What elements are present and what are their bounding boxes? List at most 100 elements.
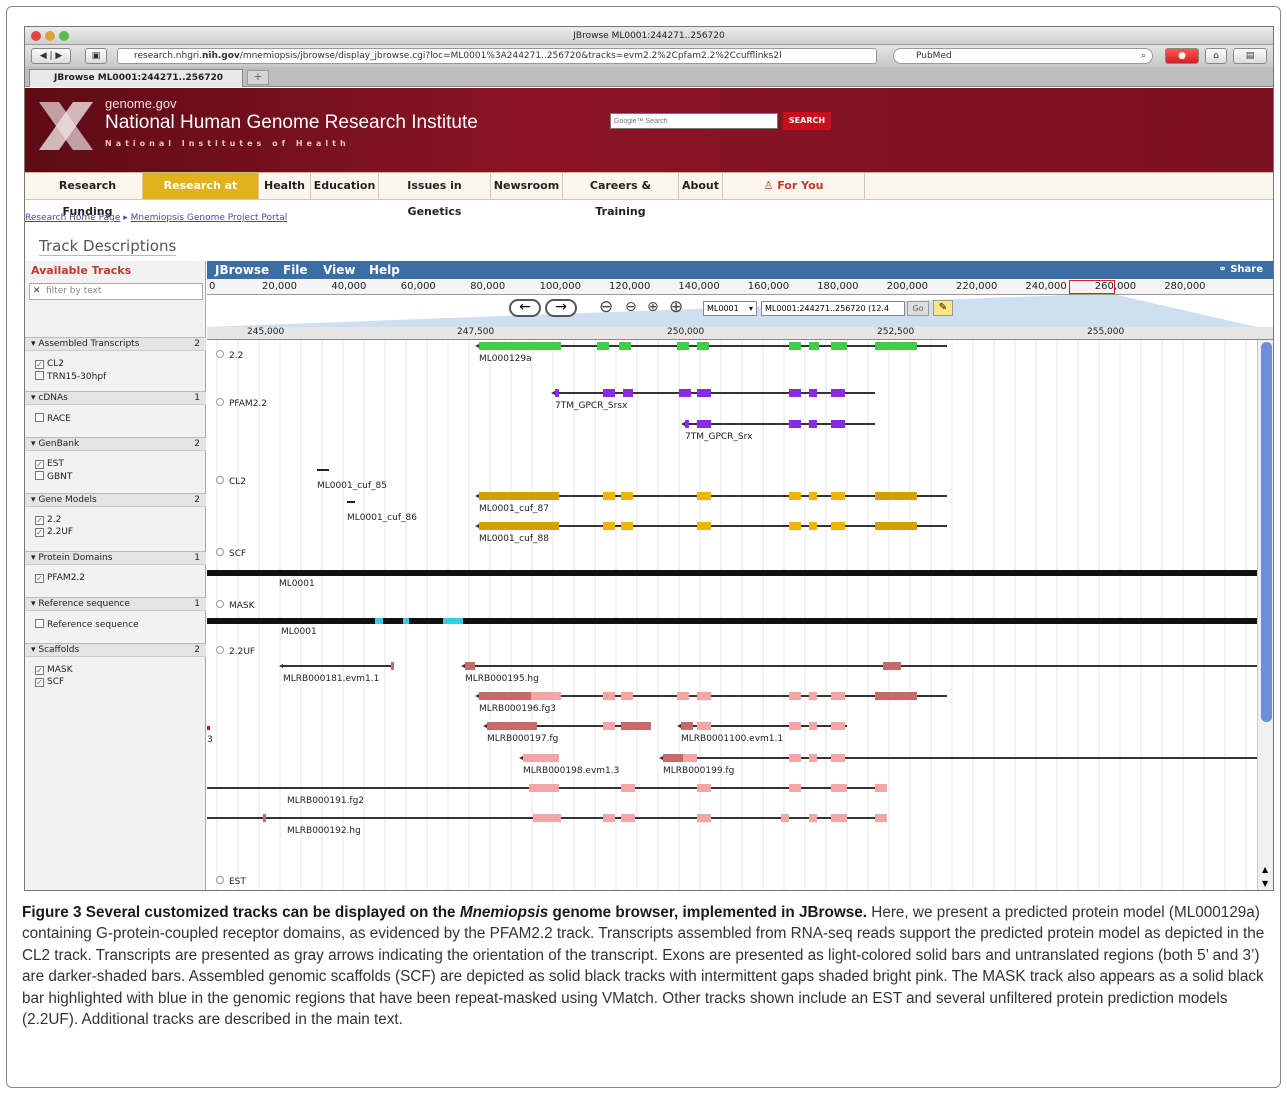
current-view-marker[interactable] — [1069, 280, 1115, 294]
repeat-mask-region[interactable] — [443, 618, 463, 624]
exon-bar[interactable] — [831, 814, 847, 822]
track-close-icon[interactable] — [216, 398, 224, 406]
exon-bar[interactable] — [555, 389, 559, 397]
checked-icon[interactable]: ✓ — [35, 460, 44, 469]
exon-bar[interactable] — [603, 814, 615, 822]
exon-bar[interactable] — [875, 342, 917, 350]
track-area[interactable]: 2.2 PFAM2.2 CL2 SCF MASK 2.2UF EST ML000129a 7TM… — [207, 340, 1257, 891]
exon-bar[interactable] — [531, 342, 561, 350]
location-input[interactable]: ML0001:244271..256720 (12.4 — [761, 301, 905, 316]
exon-bar[interactable] — [621, 692, 633, 700]
exon-bar[interactable] — [479, 492, 559, 500]
address-bar[interactable]: research.nhgri.nih.gov/mnemiopsis/jbrows… — [117, 48, 877, 64]
exon-bar[interactable] — [619, 342, 631, 350]
nav-careers-training[interactable]: Careers & Training — [563, 173, 679, 218]
unchecked-icon[interactable] — [35, 413, 44, 422]
site-search-input[interactable] — [610, 113, 778, 129]
zoom-out-icon[interactable]: ⊖ — [625, 299, 637, 315]
exon-bar[interactable] — [697, 342, 709, 350]
exon-bar[interactable] — [621, 814, 635, 822]
exon-bar[interactable] — [603, 522, 615, 530]
section-header[interactable]: ▾ Gene Models 2 — [25, 493, 206, 507]
exon-bar[interactable] — [789, 692, 801, 700]
checked-icon[interactable]: ✓ — [35, 574, 44, 583]
track-checkbox[interactable]: GBNT — [35, 471, 72, 482]
exon-bar[interactable] — [681, 722, 693, 730]
exon-bar[interactable] — [697, 814, 711, 822]
exon-bar[interactable] — [875, 522, 917, 530]
exon-bar[interactable] — [533, 814, 561, 822]
menu-view[interactable]: View — [323, 261, 355, 279]
exon-bar[interactable] — [479, 692, 531, 700]
exon-bar[interactable] — [697, 784, 711, 792]
exon-bar[interactable] — [697, 522, 711, 530]
exon-bar[interactable] — [809, 342, 819, 350]
nav-health[interactable]: Health — [259, 173, 311, 199]
search-icon[interactable]: ⌕ — [1141, 49, 1146, 63]
breadcrumb-portal[interactable]: Mnemiopsis Genome Project Portal — [131, 213, 288, 223]
track-close-icon[interactable] — [216, 548, 224, 556]
track-filter-input[interactable]: ✕ filter by text — [29, 283, 203, 300]
exon-bar[interactable] — [697, 722, 711, 730]
web-search-box[interactable]: PubMed ⌕ — [893, 48, 1153, 64]
section-header[interactable]: ▾ Protein Domains 1 — [25, 551, 206, 565]
exon-bar[interactable] — [603, 492, 615, 500]
repeat-mask-region[interactable] — [403, 618, 409, 624]
section-header[interactable]: ▾ GenBank 2 — [25, 437, 206, 451]
scroll-up-icon[interactable]: ▲ — [1262, 865, 1268, 874]
back-forward-buttons[interactable]: ◀ | ▶ — [31, 48, 71, 64]
exon-bar[interactable] — [523, 754, 559, 762]
exon-bar[interactable] — [603, 692, 615, 700]
section-header[interactable]: ▾ Assembled Transcripts 2 — [25, 337, 206, 351]
nav-newsroom[interactable]: Newsroom — [491, 173, 563, 199]
exon-bar[interactable] — [621, 522, 633, 530]
clear-filter-icon[interactable]: ✕ — [33, 284, 41, 299]
exon-bar[interactable] — [831, 420, 845, 428]
exon-bar[interactable] — [465, 662, 475, 670]
exon-bar[interactable] — [789, 420, 801, 428]
pan-right-icon[interactable]: → — [545, 299, 577, 317]
exon-bar[interactable] — [875, 692, 917, 700]
nav-about[interactable]: About — [679, 173, 723, 199]
exon-bar[interactable] — [531, 692, 561, 700]
exon-bar[interactable] — [621, 492, 633, 500]
go-button[interactable]: Go — [907, 301, 929, 316]
exon-bar[interactable] — [831, 692, 845, 700]
reference-select[interactable]: ML0001 ▾ — [703, 301, 757, 316]
nav-for-you[interactable]: ♙ For You — [723, 173, 865, 199]
sidebar-toggle-icon[interactable]: ▣ — [85, 48, 107, 64]
track-close-icon[interactable] — [216, 600, 224, 608]
track-close-icon[interactable] — [216, 350, 224, 358]
exon-bar[interactable] — [831, 522, 845, 530]
exon-bar[interactable] — [831, 389, 845, 397]
track-checkbox[interactable]: RACE — [35, 413, 71, 424]
nav-education[interactable]: Education — [311, 173, 379, 199]
track-canvas[interactable]: 2.2 PFAM2.2 CL2 SCF MASK 2.2UF EST ML000129a 7TM… — [207, 340, 1257, 891]
exon-bar[interactable] — [789, 784, 801, 792]
exon-bar[interactable] — [831, 784, 847, 792]
exon-bar[interactable] — [789, 389, 801, 397]
track-checkbox[interactable]: ✓ MASK — [35, 665, 73, 675]
unchecked-icon[interactable] — [35, 471, 44, 480]
exon-bar[interactable] — [809, 754, 817, 762]
share-button[interactable]: ⚭ Share — [1218, 261, 1263, 279]
track-checkbox[interactable]: ✓ PFAM2.2 — [35, 573, 85, 583]
exon-bar[interactable] — [697, 420, 711, 428]
menu-jbrowse[interactable]: JBrowse — [215, 261, 269, 279]
exon-bar[interactable] — [603, 722, 615, 730]
mask-bar[interactable] — [207, 618, 1257, 624]
back-arrow-icon[interactable]: ◀ — [40, 51, 47, 61]
exon-bar[interactable] — [875, 492, 917, 500]
pan-left-icon[interactable]: ← — [509, 299, 541, 317]
exon-bar[interactable] — [479, 522, 559, 530]
track-checkbox[interactable]: Reference sequence — [35, 619, 139, 630]
exon-bar[interactable] — [529, 784, 559, 792]
checked-icon[interactable]: ✓ — [35, 516, 44, 525]
section-header[interactable]: ▾ Reference sequence 1 — [25, 597, 206, 611]
exon-bar[interactable] — [809, 814, 817, 822]
track-close-icon[interactable] — [216, 646, 224, 654]
scaffold-bar[interactable] — [207, 570, 1257, 576]
exon-bar[interactable] — [391, 662, 394, 670]
track-checkbox[interactable]: ✓ CL2 — [35, 359, 64, 369]
track-checkbox[interactable]: ✓ EST — [35, 459, 64, 469]
